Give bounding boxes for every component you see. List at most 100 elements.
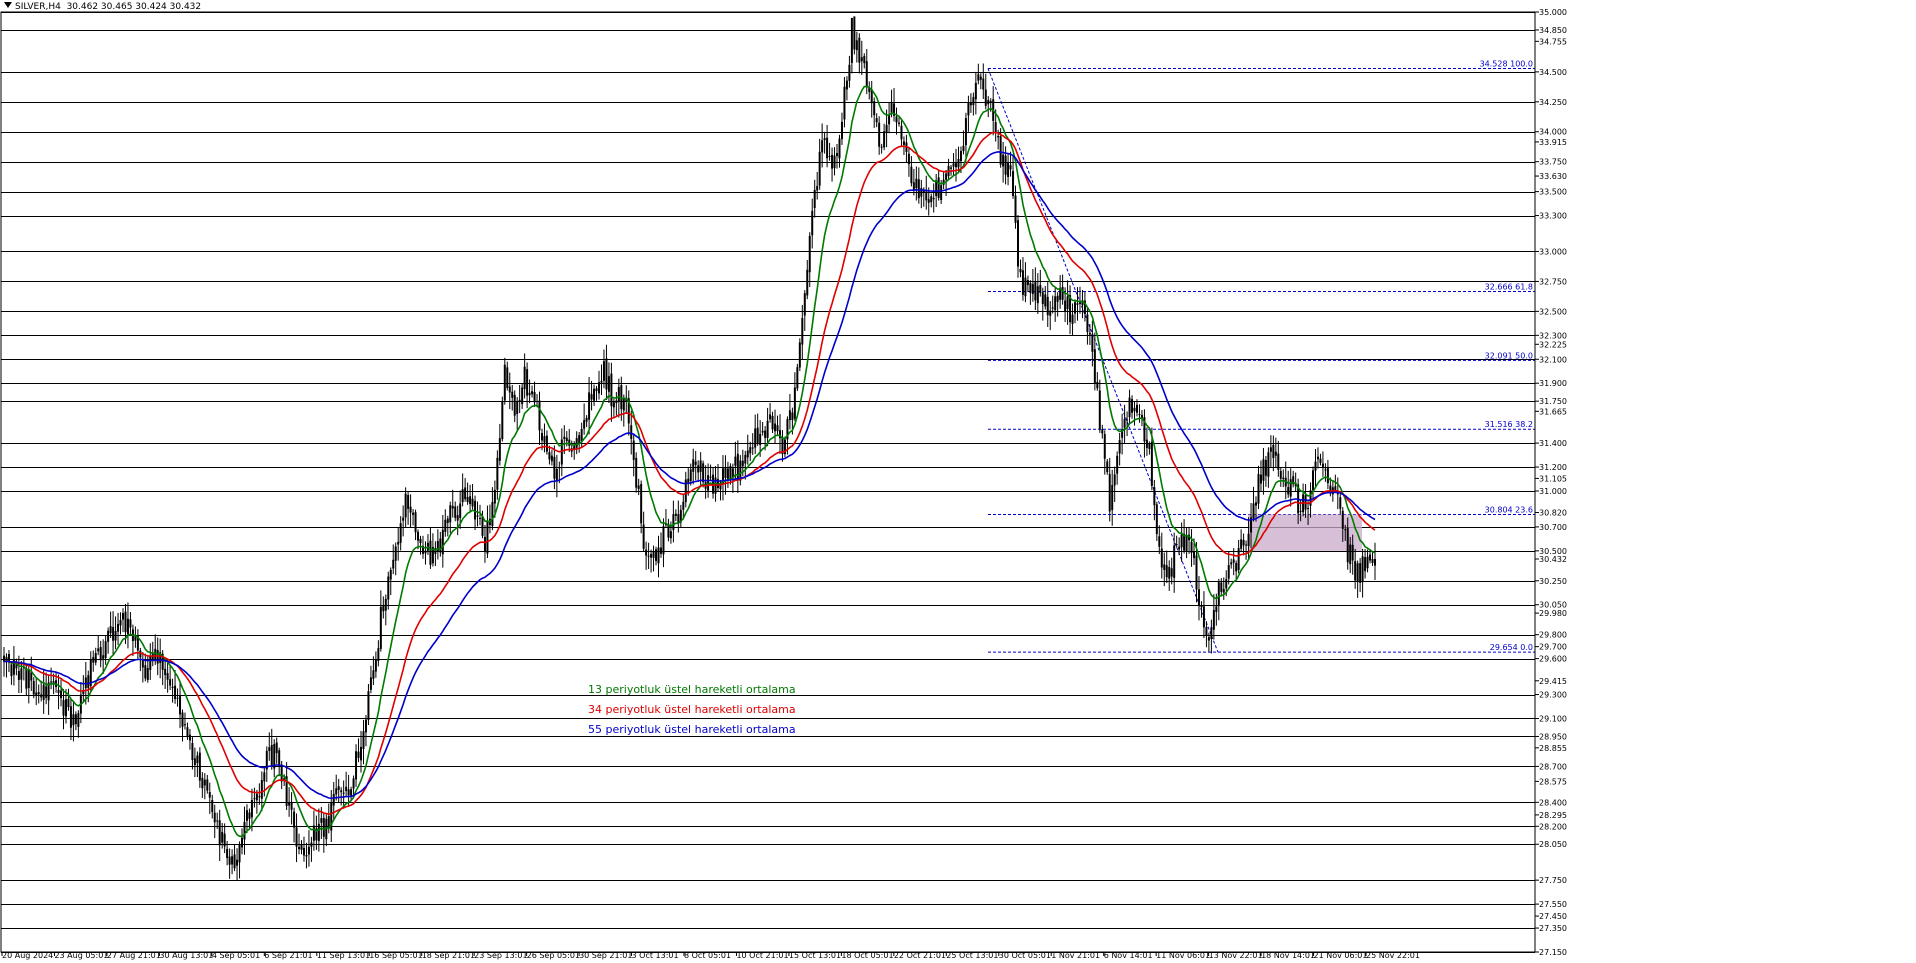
candle-body [555,468,558,482]
price-chart[interactable]: 34.528 100.0 32.666 61.8 32.091 50.0 31.516… [0,0,1916,963]
candle-body [1066,296,1069,309]
candle-body [228,856,231,865]
collapse-triangle-icon[interactable] [4,2,12,8]
candle-body [1272,444,1275,459]
candle-body [1128,397,1131,418]
candle-body [20,668,23,680]
candle-body [744,454,747,464]
x-tick-label: 30 Aug 13:01 [159,951,213,960]
candle-body [967,102,970,116]
candle-body [255,793,258,801]
candle-body [957,159,960,168]
x-tick-label: 16 Sep 05:01 [369,951,422,960]
plot-frame [0,11,1536,953]
candle-body [952,163,955,167]
candle-body [94,653,97,663]
candle-body [521,387,524,405]
candle-body [1088,332,1091,335]
candle-body [645,549,648,556]
candle-body [1356,563,1359,582]
candle-body [1344,529,1347,531]
candle-body [1074,302,1077,314]
candle-body [1168,567,1171,579]
candle-body [374,659,377,672]
candle-body [122,613,125,620]
y-tick-label: 31.200 [1539,463,1567,472]
candle-body [1190,541,1193,553]
candle-body [974,82,977,100]
fib-level-label: 34.528 100.0 [1480,60,1533,69]
candle-body [412,512,415,515]
x-tick-label: 13 Nov 22:01 [1209,951,1263,960]
candle-body [687,478,690,483]
candle-body [915,178,918,189]
candle-body [766,420,769,438]
y-tick-label: 29.600 [1539,655,1567,664]
candle-body [702,463,705,483]
candle-body [176,697,179,699]
candle-body [917,179,920,199]
candle-body [848,64,851,81]
candle-body [1071,314,1074,324]
legend-ema55-label: 55 periyotluk üstel hareketli ortalama [588,723,796,736]
candle-body [372,670,375,679]
candle-body [243,821,246,840]
candle-body [1212,609,1215,630]
candle-body [754,428,757,448]
candle-body [588,392,591,420]
candle-body [407,494,410,509]
candle-body [843,86,846,120]
candle-body [1002,154,1005,167]
candle-body [937,177,940,198]
candle-body [206,779,209,791]
candle-body [1111,485,1114,511]
candle-body [1029,283,1032,293]
candle-body [987,99,990,105]
candle-body [1158,536,1161,547]
candle-body [855,40,858,51]
candle-body [379,606,382,649]
candle-body [42,684,45,700]
candle-body [583,420,586,429]
x-tick-label: 15 Oct 13:01 [789,951,841,960]
candle-body [950,167,953,169]
y-tick-label: 32.300 [1539,331,1567,340]
candle-body [382,605,385,612]
candle-body [940,185,943,201]
candle-body [1324,469,1327,471]
candle-body [1116,455,1119,474]
candle-body [615,400,618,404]
candle-body [320,818,323,823]
candle-body [491,502,494,527]
candle-body [218,820,221,846]
candle-body [459,503,462,518]
candle-body [1165,565,1168,578]
candle-body [1274,451,1277,456]
candle-body [659,547,662,554]
candle-body [144,665,147,679]
candle-body [1051,307,1054,309]
candle-body [612,402,615,408]
candle-body [409,506,412,513]
candle-body [769,414,772,420]
candle-body [126,618,129,635]
fibonacci-retracement[interactable]: 34.528 100.0 32.666 61.8 32.091 50.0 31.516… [987,60,1535,653]
candle-body [64,699,67,717]
candle-body [174,685,177,700]
candle-body [1126,419,1129,421]
y-tick-label: 31.665 [1539,407,1567,416]
candle-body [997,136,1000,138]
candle-body [92,657,95,663]
candle-body [342,792,345,794]
candle-body [682,501,685,510]
candle-body [536,401,539,403]
candle-body [446,518,449,523]
candle-body [873,101,876,116]
candle-body [897,122,900,124]
candle-body [196,755,199,764]
x-tick-label: 11 Nov 06:01 [1156,951,1210,960]
candle-body [1170,568,1173,577]
candle-body [1123,418,1126,428]
candle-body [1101,429,1104,434]
candle-body [927,199,930,203]
